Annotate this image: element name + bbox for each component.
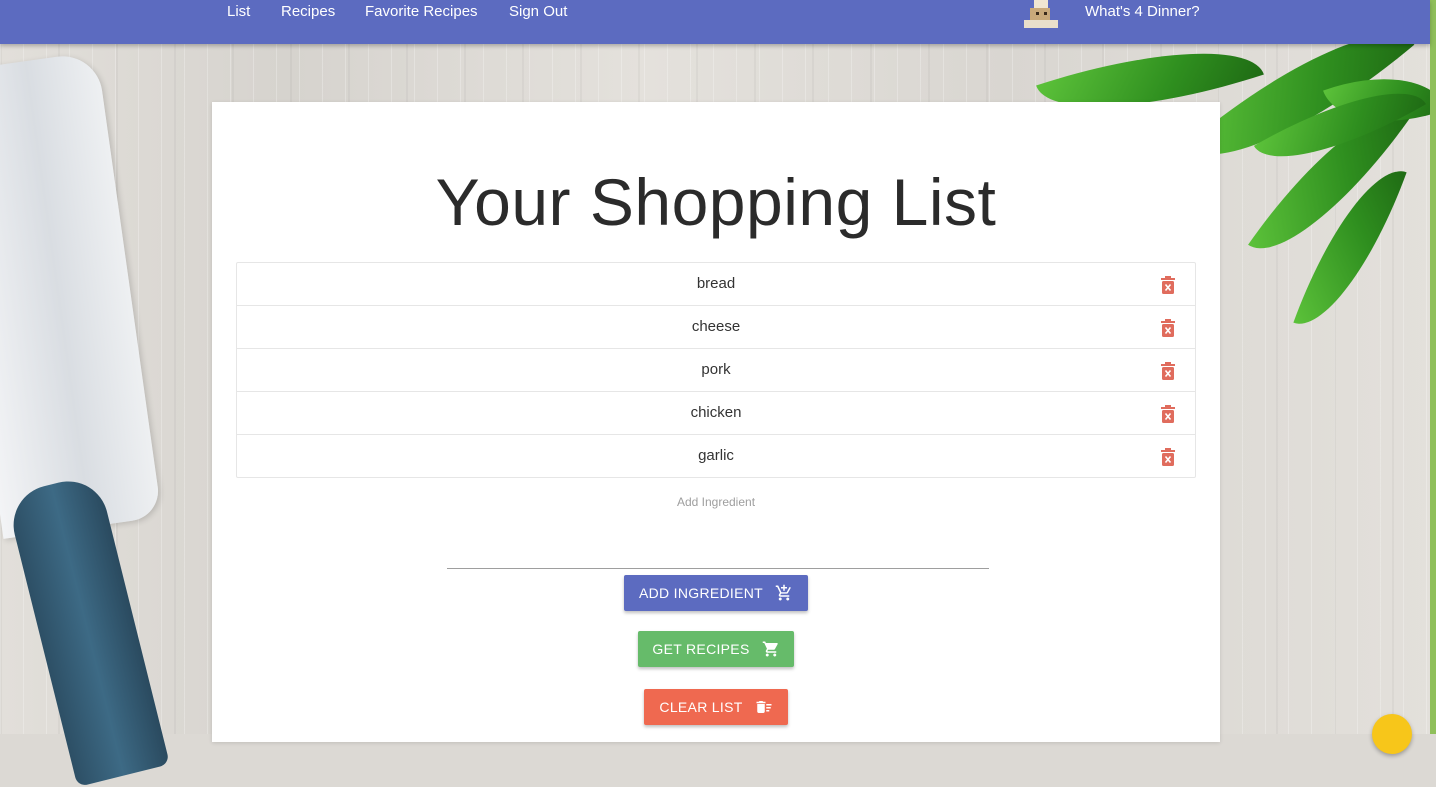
delete-icon[interactable] <box>1161 405 1175 423</box>
list-item: chicken <box>237 392 1195 435</box>
add-ingredient-button[interactable]: ADD INGREDIENT <box>624 575 808 611</box>
get-recipes-label-text: GET RECIPES <box>652 641 750 657</box>
ingredient-name: chicken <box>690 404 742 421</box>
get-recipes-button[interactable]: GET RECIPES <box>638 631 794 667</box>
clear-list-button[interactable]: CLEAR LIST <box>644 689 788 725</box>
ingredient-name: cheese <box>691 318 741 335</box>
ingredient-name: garlic <box>698 447 734 464</box>
delete-icon[interactable] <box>1161 362 1175 380</box>
list-item: bread <box>237 263 1195 306</box>
add-ingredient-label-text: ADD INGREDIENT <box>639 585 763 601</box>
delete-icon[interactable] <box>1161 319 1175 337</box>
clear-list-icon <box>756 701 772 713</box>
page-edge <box>1430 0 1436 734</box>
add-shopping-cart-icon <box>775 584 791 601</box>
ingredient-name: pork <box>701 361 731 378</box>
ingredient-list: bread cheese pork chicken garlic <box>236 262 1196 478</box>
nav-link-favorite-recipes[interactable]: Favorite Recipes <box>365 3 478 20</box>
page-title: Your Shopping List <box>435 165 997 239</box>
clear-list-label-text: CLEAR LIST <box>659 699 743 715</box>
list-item: cheese <box>237 306 1195 349</box>
nav-link-list[interactable]: List <box>227 3 250 20</box>
delete-icon[interactable] <box>1161 448 1175 466</box>
nav-link-recipes[interactable]: Recipes <box>281 3 335 20</box>
ingredient-name: bread <box>696 275 736 292</box>
navbar: List Recipes Favorite Recipes Sign Out W… <box>0 0 1430 44</box>
help-fab-button[interactable] <box>1372 714 1412 754</box>
add-ingredient-input[interactable] <box>447 566 989 569</box>
shopping-list-card: Your Shopping List bread cheese pork chi… <box>212 102 1220 742</box>
chef-logo-icon[interactable] <box>1020 0 1060 30</box>
nav-link-sign-out[interactable]: Sign Out <box>509 3 567 20</box>
add-ingredient-label: Add Ingredient <box>676 495 756 509</box>
brand-title[interactable]: What's 4 Dinner? <box>1085 3 1200 20</box>
list-item: pork <box>237 349 1195 392</box>
shopping-cart-icon <box>762 641 778 657</box>
delete-icon[interactable] <box>1161 276 1175 294</box>
list-item: garlic <box>237 435 1195 477</box>
